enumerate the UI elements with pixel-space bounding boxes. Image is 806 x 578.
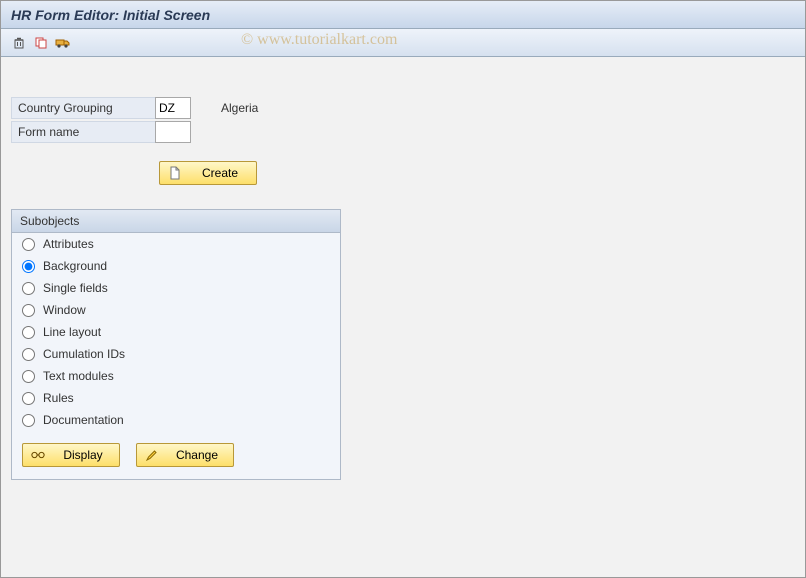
change-button-label: Change	[169, 448, 225, 462]
create-button-label: Create	[192, 166, 248, 180]
change-button[interactable]: Change	[136, 443, 234, 467]
subobject-option[interactable]: Single fields	[12, 277, 340, 299]
subobjects-title: Subobjects	[12, 210, 340, 233]
pencil-icon	[145, 448, 159, 462]
subobject-label: Text modules	[43, 369, 114, 383]
subobject-label: Attributes	[43, 237, 94, 251]
subobject-radio[interactable]	[22, 326, 35, 339]
subobjects-group: Subobjects Attributes Background Single fi…	[11, 209, 341, 480]
page-title: HR Form Editor: Initial Screen	[1, 1, 805, 29]
subobject-option[interactable]: Text modules	[12, 365, 340, 387]
glasses-icon	[31, 448, 45, 462]
document-icon	[168, 166, 182, 180]
form-name-label: Form name	[11, 121, 156, 143]
subobject-radio[interactable]	[22, 260, 35, 273]
subobject-option[interactable]: Rules	[12, 387, 340, 409]
truck-icon[interactable]	[55, 35, 71, 51]
subobject-label: Single fields	[43, 281, 108, 295]
copy-icon[interactable]	[33, 35, 49, 51]
subobject-option[interactable]: Background	[12, 255, 340, 277]
subobject-radio[interactable]	[22, 370, 35, 383]
watermark-text: © www.tutorialkart.com	[241, 31, 397, 49]
subobject-option[interactable]: Cumulation IDs	[12, 343, 340, 365]
country-grouping-label: Country Grouping	[11, 97, 156, 119]
subobject-radio[interactable]	[22, 238, 35, 251]
country-grouping-input[interactable]	[155, 97, 191, 119]
subobject-radio[interactable]	[22, 392, 35, 405]
subobject-option[interactable]: Attributes	[12, 233, 340, 255]
display-button-label: Display	[55, 448, 111, 462]
subobject-option[interactable]: Window	[12, 299, 340, 321]
form-name-input[interactable]	[155, 121, 191, 143]
subobject-radio[interactable]	[22, 348, 35, 361]
subobject-option[interactable]: Line layout	[12, 321, 340, 343]
subobject-label: Background	[43, 259, 107, 273]
subobject-option[interactable]: Documentation	[12, 409, 340, 431]
subobject-label: Documentation	[43, 413, 124, 427]
main-content: Country Grouping Algeria Form name Creat…	[1, 57, 805, 490]
subobject-radio[interactable]	[22, 282, 35, 295]
subobject-label: Rules	[43, 391, 74, 405]
display-button[interactable]: Display	[22, 443, 120, 467]
country-grouping-desc: Algeria	[221, 101, 258, 115]
app-toolbar: © www.tutorialkart.com	[1, 29, 805, 57]
create-button[interactable]: Create	[159, 161, 257, 185]
subobject-radio[interactable]	[22, 304, 35, 317]
trash-icon[interactable]	[11, 35, 27, 51]
subobject-label: Line layout	[43, 325, 101, 339]
subobject-radio[interactable]	[22, 414, 35, 427]
subobject-label: Cumulation IDs	[43, 347, 125, 361]
subobject-label: Window	[43, 303, 86, 317]
